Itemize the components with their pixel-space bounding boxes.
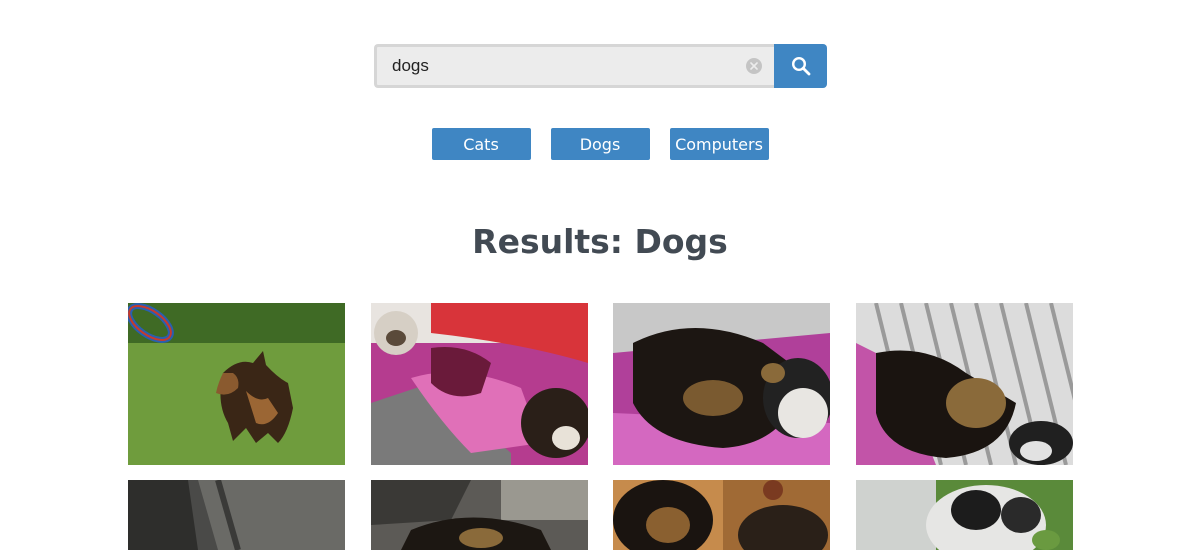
- fluffy-puppy-image: [856, 480, 1073, 550]
- result-photo-4[interactable]: [856, 303, 1073, 465]
- puppy-blanket-image: [371, 303, 588, 465]
- category-button-dogs[interactable]: Dogs: [550, 128, 650, 160]
- search-icon: [791, 56, 810, 76]
- category-buttons: Cats Dogs Computers: [0, 128, 1200, 160]
- result-photo-7[interactable]: [613, 480, 830, 550]
- result-photo-8[interactable]: [856, 480, 1073, 550]
- clear-icon: [750, 62, 758, 70]
- puppies-pillow-image: [856, 303, 1073, 465]
- result-photo-3[interactable]: [613, 303, 830, 465]
- clear-search-button[interactable]: [746, 58, 762, 74]
- result-photo-6[interactable]: [371, 480, 588, 550]
- page: Cats Dogs Computers Results: Dogs: [0, 0, 1200, 550]
- puppy-couch-image: [371, 480, 588, 550]
- sleeping-puppies-image: [613, 303, 830, 465]
- search-form: [374, 44, 827, 88]
- puppies-floor-image: [613, 480, 830, 550]
- result-photo-1[interactable]: [128, 303, 345, 465]
- results-heading: Results: Dogs: [472, 222, 728, 261]
- dog-running-image: [128, 303, 345, 465]
- dog-couch-image: [128, 480, 345, 550]
- category-button-cats[interactable]: Cats: [431, 128, 531, 160]
- category-button-computers[interactable]: Computers: [669, 128, 769, 160]
- search-input[interactable]: [377, 47, 774, 85]
- search-button[interactable]: [774, 44, 827, 88]
- result-photo-5[interactable]: [128, 480, 345, 550]
- result-photo-2[interactable]: [371, 303, 588, 465]
- search-box: [374, 44, 774, 88]
